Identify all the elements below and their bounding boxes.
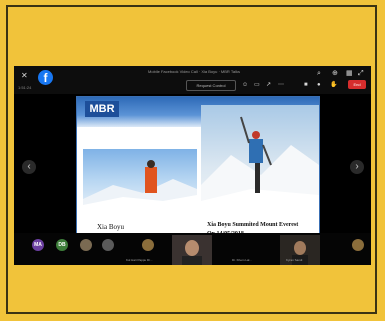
more-icon[interactable]: ⋯ [278, 81, 284, 89]
next-arrow-icon[interactable]: › [350, 160, 364, 174]
caption-left: Xia Boyu [97, 223, 125, 231]
participant-avatar[interactable] [80, 239, 92, 251]
emoji-icon[interactable]: ☺ [242, 81, 248, 89]
participant-initials: DB [58, 242, 66, 248]
presentation-slide: MBR Xia Boyu Xia Boyu Summited Mount Eve… [76, 96, 320, 246]
participant-avatar[interactable]: DB [56, 239, 68, 251]
climber-photo-left [83, 149, 197, 211]
hand-icon[interactable]: ✋ [330, 81, 337, 89]
participant-strip: MA DB Kul Hari Pappu Dr... Dr. Khem Lal.… [14, 233, 371, 265]
screen-icon[interactable]: ▭ [254, 81, 260, 89]
participant-avatar[interactable] [102, 239, 114, 251]
tile-label: Dr. Khem Lal... [232, 258, 252, 262]
call-timer: 1:51:24 [18, 85, 32, 90]
end-call-button[interactable]: End [348, 80, 366, 89]
participant-avatar[interactable] [142, 239, 154, 251]
climber-photo-right [201, 105, 319, 217]
window-title: Mobile Facebook Video Call · Xia Boyu · … [148, 69, 240, 74]
zoom-icon[interactable]: ⊕ [332, 70, 338, 78]
mic-icon[interactable]: ● [317, 81, 321, 89]
caption-right-line1: Xia Boyu Summited Mount Everest [207, 222, 299, 228]
participant-avatar[interactable]: MA [32, 239, 44, 251]
mbr-logo: MBR [85, 101, 119, 117]
video-tile[interactable] [172, 235, 212, 265]
facebook-logo-icon: f [38, 70, 53, 85]
participant-initials: MA [34, 242, 42, 248]
close-icon[interactable]: ✕ [21, 72, 28, 80]
camera-icon[interactable]: ■ [304, 81, 308, 89]
search-icon[interactable]: ⌕ [317, 70, 321, 78]
tile-label: Kul Hari Pappu Dr... [126, 258, 153, 262]
top-toolbar: ✕ f Mobile Facebook Video Call · Xia Boy… [14, 66, 371, 94]
layout-icon[interactable]: ▦ [346, 70, 353, 78]
share-icon[interactable]: ↗ [266, 81, 271, 89]
fullscreen-icon[interactable]: ⤢ [358, 70, 364, 78]
tile-label: Kyran Sandi [286, 258, 303, 262]
participant-avatar[interactable] [352, 239, 364, 251]
previous-arrow-icon[interactable]: ‹ [22, 160, 36, 174]
request-control-button[interactable]: Request Control [186, 80, 236, 91]
